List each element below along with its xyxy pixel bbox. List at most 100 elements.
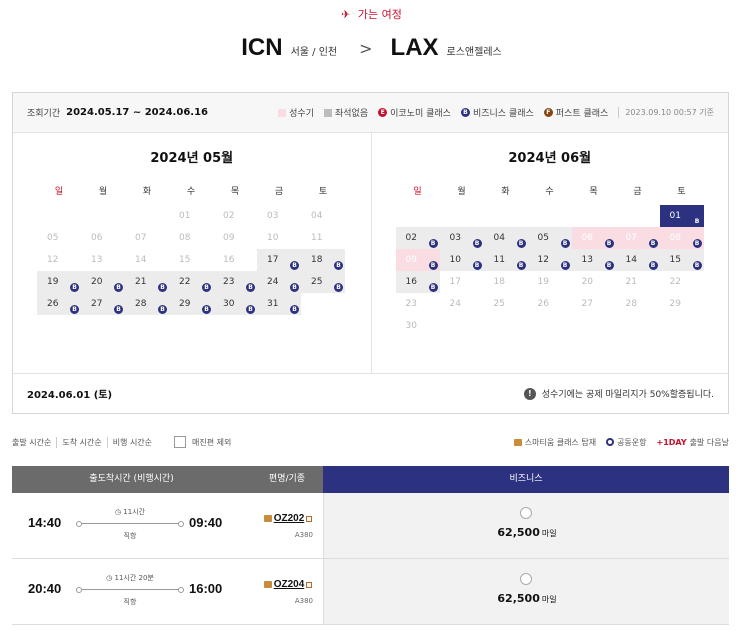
fare-radio[interactable]: [520, 573, 532, 585]
flight-results-table: 출도착시간 (비행시간) 편명/기종 비즈니스 14:40 ◷ 11시간 직항 …: [12, 466, 729, 625]
day-number: 17: [449, 277, 461, 287]
time-cell: 20:40 ◷ 11시간 20분 직항 16:00: [12, 559, 251, 624]
business-fare-cell[interactable]: 62,500 마일: [323, 559, 729, 624]
calendar-day[interactable]: 06 B: [571, 227, 616, 249]
day-number: 24: [449, 299, 461, 309]
calendar-day: 03: [257, 205, 301, 227]
sort-by-departure[interactable]: 출발 시간순: [12, 437, 51, 448]
calendar-day: 16: [213, 249, 257, 271]
calendar-day[interactable]: 09 B: [395, 249, 440, 271]
business-dot-icon: B: [246, 305, 255, 314]
calendar-day[interactable]: 11 B: [483, 249, 528, 271]
day-number: 11: [493, 255, 505, 265]
calendar-day: 21: [616, 271, 660, 293]
day-number: 06: [91, 233, 103, 243]
business-dot-icon: B: [692, 239, 702, 248]
calendar-day[interactable]: 14 B: [615, 249, 660, 271]
calendar-day[interactable]: 20 B: [81, 271, 125, 293]
legend-economy-label: 이코노미 클래스: [390, 109, 451, 119]
calendar-day[interactable]: 03 B: [439, 227, 484, 249]
calendar-day[interactable]: 12 B: [527, 249, 572, 271]
day-number: 23: [223, 277, 235, 287]
calendar-empty-cell: [301, 293, 345, 315]
day-number: 20: [91, 277, 103, 287]
sort-by-arrival[interactable]: 도착 시간순: [56, 436, 102, 448]
exclude-soldout-toggle[interactable]: 매진편 제외: [174, 436, 231, 448]
sort-by-duration[interactable]: 비행 시간순: [106, 436, 152, 448]
calendar-day[interactable]: 22 B: [169, 271, 213, 293]
calendar-day[interactable]: 19 B: [37, 271, 81, 293]
week-row: 26 B 27 B 28 B 29 B 30 B 31 B: [37, 293, 347, 315]
weekday-label: 일: [413, 186, 422, 197]
calendar-day[interactable]: 31 B: [257, 293, 301, 315]
calendar-day[interactable]: 29 B: [169, 293, 213, 315]
fare-miles: 62,500 마일: [324, 592, 730, 605]
calendar-day[interactable]: 02 B: [395, 227, 440, 249]
business-dot-icon: B: [694, 218, 700, 225]
calendar-day: 05: [37, 227, 81, 249]
day-number: 19: [537, 277, 549, 287]
day-number: 29: [669, 299, 681, 309]
calendar-day[interactable]: 30 B: [213, 293, 257, 315]
calendar-empty-cell: [660, 315, 704, 337]
calendar-day[interactable]: 23 B: [213, 271, 257, 293]
header-business: 비즈니스: [323, 466, 729, 493]
calendar-day[interactable]: 10 B: [439, 249, 484, 271]
fare-radio[interactable]: [520, 507, 532, 519]
business-dot-icon: B: [560, 261, 570, 270]
day-number: 18: [311, 255, 323, 265]
business-fare-cell[interactable]: 62,500 마일: [323, 493, 729, 558]
calendar-day: 15: [169, 249, 213, 271]
calendar-day[interactable]: 17 B: [257, 249, 301, 271]
table-row: 14:40 ◷ 11시간 직항 09:40 OZ202 A380 62,500 마…: [12, 493, 729, 559]
calendar-day[interactable]: 18 B: [301, 249, 345, 271]
business-dot-icon: B: [70, 305, 79, 314]
calendar-day: 23: [396, 293, 440, 315]
calendar-day[interactable]: 21 B: [125, 271, 169, 293]
calendar-day[interactable]: 04 B: [483, 227, 528, 249]
flight-number: OZ202: [273, 513, 305, 524]
month-title: 2024년 06월: [508, 151, 592, 166]
day-number: 07: [625, 233, 637, 243]
flight-number-link[interactable]: OZ204: [253, 579, 323, 590]
calendar-day: 24: [440, 293, 484, 315]
business-dot-icon: B: [648, 261, 658, 270]
month-june: 2024년 06월 일 월 화 수 목 금 토 01 B 02 B 03 B 04 B 05 B 06 B 07 B 08…: [370, 133, 729, 373]
calendar-day[interactable]: 26 B: [37, 293, 81, 315]
day-number: 26: [537, 299, 549, 309]
calendar-day[interactable]: 08 B: [659, 227, 704, 249]
calendar-day[interactable]: 13 B: [571, 249, 616, 271]
calendar-day[interactable]: 01 B: [659, 205, 704, 227]
flight-number-link[interactable]: OZ202: [253, 513, 323, 524]
day-number: 15: [669, 255, 681, 265]
weekday-label: 금: [274, 186, 284, 197]
legend-economy: E 이코노미 클래스: [378, 106, 451, 119]
weekday-row: 일월화수목금토: [396, 175, 706, 205]
flight-duration: ◷ 11시간 20분: [78, 573, 182, 583]
day-number: 04: [493, 233, 505, 243]
exclude-soldout-checkbox[interactable]: [174, 436, 187, 448]
calendar-day[interactable]: 24 B: [257, 271, 301, 293]
day-number: 09: [223, 233, 235, 243]
calendar-day: 17: [440, 271, 484, 293]
business-dot-icon: B: [290, 261, 299, 270]
calendar-day[interactable]: 15 B: [659, 249, 704, 271]
calendar-day: 11: [301, 227, 345, 249]
week-row: 30: [396, 315, 706, 337]
legend-business: B 비즈니스 클래스: [460, 106, 534, 119]
economy-dot-icon: E: [378, 108, 388, 117]
calendar-day[interactable]: 27 B: [81, 293, 125, 315]
calendar-empty-cell: [125, 205, 169, 227]
peak-notice-text: 성수기에는 공제 마일리지가 50%할증됩니다.: [541, 390, 714, 400]
miles-value: 62,500: [497, 592, 540, 605]
calendar-day: 28: [616, 293, 660, 315]
calendar-empty-cell: [572, 315, 616, 337]
calendar-day[interactable]: 28 B: [125, 293, 169, 315]
calendar-day[interactable]: 07 B: [615, 227, 660, 249]
calendar-day[interactable]: 16 B: [395, 271, 440, 293]
codeshare-label: 공동운항: [617, 437, 647, 447]
calendar-day[interactable]: 25 B: [301, 271, 345, 293]
calendar-day[interactable]: 05 B: [527, 227, 572, 249]
business-dot-icon: B: [114, 305, 123, 314]
week-row: 09 B 10 B 11 B 12 B 13 B 14 B 15 B: [395, 249, 706, 271]
